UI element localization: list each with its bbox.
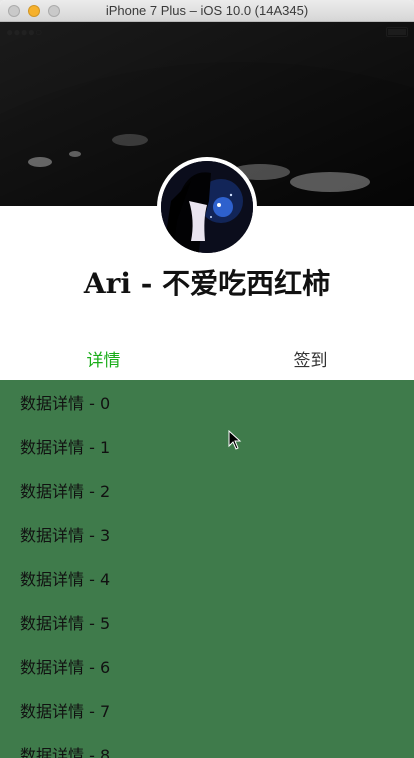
avatar-image (161, 161, 253, 253)
list-item[interactable]: 数据详情 - 1 (0, 424, 414, 468)
segment-tabs: 详情 签到 (0, 336, 414, 380)
battery-icon (386, 27, 408, 37)
mouse-pointer-icon (228, 430, 242, 450)
list-item[interactable]: 数据详情 - 6 (0, 644, 414, 688)
list-item[interactable]: 数据详情 - 7 (0, 688, 414, 732)
close-window-button[interactable] (8, 5, 20, 17)
window-title: iPhone 7 Plus – iOS 10.0 (14A345) (105, 3, 309, 18)
details-list[interactable]: 数据详情 - 0 数据详情 - 1 数据详情 - 2 数据详情 - 3 数据详情… (0, 380, 414, 758)
list-item[interactable]: 数据详情 - 4 (0, 556, 414, 600)
window-controls (8, 5, 60, 17)
list-item[interactable]: 数据详情 - 2 (0, 468, 414, 512)
list-item[interactable]: 数据详情 - 5 (0, 600, 414, 644)
profile-name: Ari - 不爱吃西红柿 (83, 267, 331, 300)
simulator-window: iPhone 7 Plus – iOS 10.0 (14A345) ●●●●○ … (0, 0, 414, 758)
tab-checkin[interactable]: 签到 (207, 336, 414, 380)
minimize-window-button[interactable] (28, 5, 40, 17)
profile-avatar[interactable] (157, 157, 257, 257)
list-item[interactable]: 数据详情 - 3 (0, 512, 414, 556)
ios-status-bar: ●●●●○ (0, 22, 414, 42)
zoom-window-button[interactable] (48, 5, 60, 17)
carrier-signal-icon: ●●●●○ (6, 25, 43, 39)
list-item[interactable]: 数据详情 - 8 (0, 732, 414, 758)
window-titlebar: iPhone 7 Plus – iOS 10.0 (14A345) (0, 0, 414, 22)
tab-details[interactable]: 详情 (0, 336, 207, 380)
list-item[interactable]: 数据详情 - 0 (0, 380, 414, 424)
